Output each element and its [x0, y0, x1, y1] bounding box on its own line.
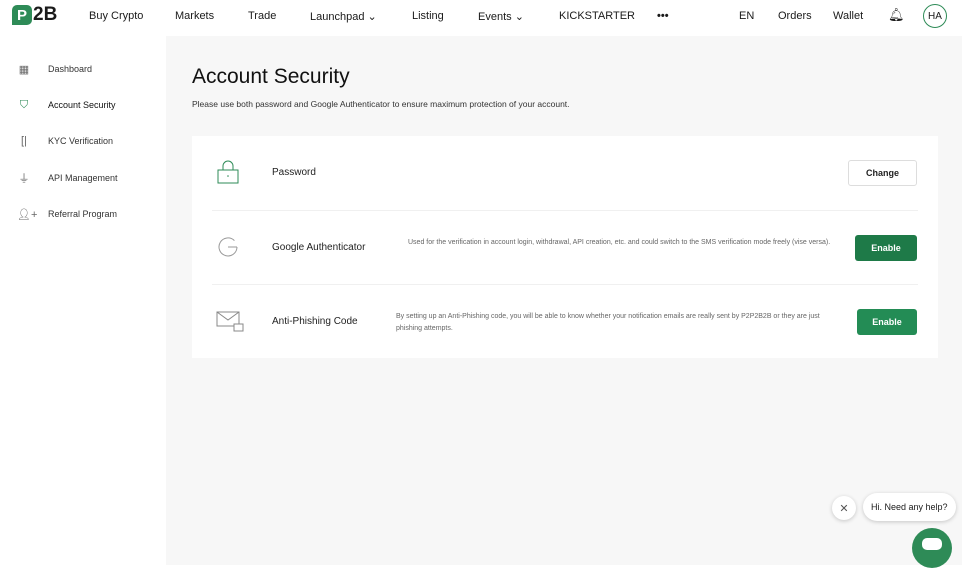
security-card: Password Change Google Authenticator Use… [192, 136, 938, 358]
logo[interactable]: P 2B [12, 4, 57, 26]
nav-buy-crypto[interactable]: Buy Crypto [89, 10, 143, 22]
page-subtitle: Please use both password and Google Auth… [192, 99, 570, 109]
chat-icon [922, 538, 942, 550]
enable-google-auth-button[interactable]: Enable [855, 235, 917, 261]
enable-anti-phishing-button[interactable]: Enable [857, 309, 917, 335]
avatar[interactable]: HA [923, 4, 947, 28]
row-description: By setting up an Anti-Phishing code, you… [396, 313, 820, 332]
sidebar-item-label: KYC Verification [48, 136, 114, 146]
top-nav: P 2B Buy Crypto Markets Trade Launchpad ⌄… [0, 0, 962, 34]
plug-icon: ⏚ [18, 173, 30, 185]
nav-markets[interactable]: Markets [175, 10, 214, 22]
mail-lock-icon [216, 311, 244, 332]
lock-icon [217, 160, 239, 184]
user-plus-icon: 👤︎+ [17, 208, 38, 221]
grid-icon: ▦ [18, 63, 30, 76]
chevron-down-icon: ⌄ [367, 11, 377, 23]
more-icon[interactable]: ••• [657, 10, 669, 22]
close-chat-icon[interactable]: ✕ [832, 496, 856, 520]
sidebar-item-label: Dashboard [48, 64, 93, 74]
wallet-link[interactable]: Wallet [833, 10, 863, 22]
row-title: Google Authenticator [272, 242, 366, 253]
nav-label: Events [478, 11, 512, 23]
id-card-icon: [| [21, 135, 27, 147]
language-select[interactable]: EN [739, 10, 754, 22]
google-icon [218, 237, 238, 257]
sidebar-item-label: Account Security [48, 100, 116, 110]
nav-listing[interactable]: Listing [412, 10, 444, 22]
chat-bubble-button[interactable] [912, 528, 952, 568]
password-row: Password Change [212, 136, 918, 210]
orders-link[interactable]: Orders [778, 10, 812, 22]
row-description: Used for the verification in account log… [408, 239, 831, 246]
chevron-down-icon: ⌄ [514, 11, 524, 23]
nav-label: Launchpad [310, 11, 365, 23]
row-title: Password [272, 167, 316, 178]
nav-trade[interactable]: Trade [248, 10, 276, 22]
page-title: Account Security [192, 65, 350, 88]
bell-icon[interactable]: 🔔︎ [888, 7, 905, 23]
nav-kickstarter[interactable]: KICKSTARTER [559, 10, 635, 22]
chat-greeting[interactable]: Hi. Need any help? [863, 493, 956, 521]
nav-events[interactable]: Events ⌄ [478, 10, 524, 23]
sidebar-item-label: API Management [48, 173, 118, 183]
main-content: Account Security Please use both passwor… [166, 36, 962, 565]
change-password-button[interactable]: Change [848, 160, 917, 186]
google-authenticator-row: Google Authenticator Used for the verifi… [212, 210, 918, 284]
shield-icon: ⛉ [19, 98, 29, 111]
row-title: Anti-Phishing Code [272, 316, 358, 327]
nav-launchpad[interactable]: Launchpad ⌄ [310, 10, 377, 23]
sidebar-item-label: Referral Program [48, 209, 118, 219]
anti-phishing-row: Anti-Phishing Code By setting up an Anti… [212, 284, 918, 358]
